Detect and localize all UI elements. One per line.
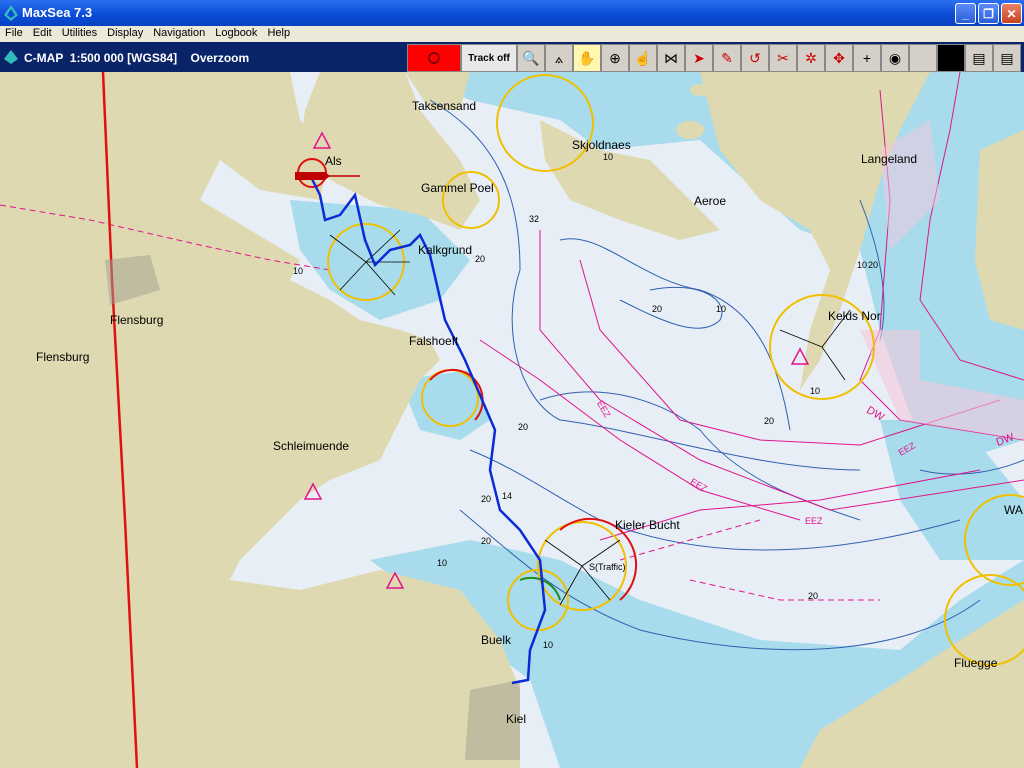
label-langeland: Langeland bbox=[861, 152, 918, 166]
record-button[interactable] bbox=[407, 44, 461, 72]
crosshair-icon[interactable]: ⊕ bbox=[601, 44, 629, 72]
zoom-icon[interactable]: 🔍 bbox=[517, 44, 545, 72]
label-als: Als bbox=[325, 154, 342, 168]
label-falshoeft: Falshoeft bbox=[409, 334, 459, 348]
window-title: MaxSea 7.3 bbox=[22, 5, 93, 20]
panel-toggle-icon-2[interactable]: ▤ bbox=[993, 44, 1021, 72]
label-kiel: Kiel bbox=[506, 712, 527, 726]
menu-navigation[interactable]: Navigation bbox=[148, 26, 210, 41]
depth-label: 20 bbox=[481, 494, 492, 504]
maxsea-app-icon bbox=[4, 5, 18, 26]
arrow-cursor-icon[interactable]: ➤ bbox=[685, 44, 713, 72]
menu-bar: File Edit Utilities Display Navigation Logboo… bbox=[0, 26, 1024, 42]
pointer-hand-icon[interactable]: ☝ bbox=[629, 44, 657, 72]
label-kelds-nor: Kelds Nor bbox=[828, 309, 881, 323]
depth-label: 14 bbox=[502, 491, 513, 501]
depth-label: 10 bbox=[810, 386, 821, 396]
label-kieler-bucht: Kieler Bucht bbox=[615, 518, 680, 532]
depth-label: 20 bbox=[808, 591, 819, 601]
label-skjoldnaes: Skjoldnaes bbox=[572, 138, 631, 152]
label-buelk: Buelk bbox=[481, 633, 512, 647]
close-button[interactable]: ✕ bbox=[1001, 3, 1022, 24]
restore-button[interactable]: ❐ bbox=[978, 3, 999, 24]
menu-utilities[interactable]: Utilities bbox=[57, 26, 102, 41]
menu-help[interactable]: Help bbox=[262, 26, 295, 41]
depth-label: 20 bbox=[518, 422, 529, 432]
depth-label: 10 bbox=[543, 640, 554, 650]
track-off-button[interactable]: Track off bbox=[461, 44, 517, 72]
chart-scale-title: C-MAP 1:500 000 [WGS84] Overzoom bbox=[24, 51, 250, 65]
label-flensburg-2: Flensburg bbox=[36, 350, 90, 364]
depth-label: 10 bbox=[603, 152, 614, 162]
zone-label: EEZ bbox=[805, 516, 823, 526]
depth-label: 10 bbox=[437, 558, 448, 568]
undo-icon[interactable]: ↺ bbox=[741, 44, 769, 72]
label-flensburg-1: Flensburg bbox=[110, 313, 164, 327]
depth-label: 20 bbox=[868, 260, 879, 270]
label-fluegge: Fluegge bbox=[954, 656, 998, 670]
depth-label: 10 bbox=[716, 304, 727, 314]
label-taksensand: Taksensand bbox=[412, 99, 477, 113]
label-schleimuende: Schleimuende bbox=[273, 439, 350, 453]
label-kalkgrund: Kalkgrund bbox=[418, 243, 473, 257]
cmap-icon bbox=[4, 50, 18, 69]
compass-icon[interactable]: ⟑ bbox=[545, 44, 573, 72]
menu-logbook[interactable]: Logbook bbox=[210, 26, 262, 41]
window-titlebar: MaxSea 7.3 _ ❐ ✕ bbox=[0, 0, 1024, 26]
hand-pan-icon[interactable]: ✋ bbox=[573, 44, 601, 72]
nautical-chart[interactable]: Taksensand Als Gammel Poel Kalkgrund Skj… bbox=[0, 72, 1024, 768]
depth-label: 20 bbox=[475, 254, 486, 264]
menu-display[interactable]: Display bbox=[102, 26, 148, 41]
pencil-icon[interactable]: ✎ bbox=[713, 44, 741, 72]
menu-file[interactable]: File bbox=[0, 26, 28, 41]
scissors-icon[interactable]: ✂ bbox=[769, 44, 797, 72]
route-icon[interactable]: ⋈ bbox=[657, 44, 685, 72]
depth-label: 10 bbox=[293, 266, 304, 276]
menu-edit[interactable]: Edit bbox=[28, 26, 57, 41]
move-icon[interactable]: ✥ bbox=[825, 44, 853, 72]
target-icon[interactable]: ◉ bbox=[881, 44, 909, 72]
depth-label: 20 bbox=[652, 304, 663, 314]
label-gammel-poel: Gammel Poel bbox=[421, 181, 494, 195]
scatter-icon[interactable]: ✲ bbox=[797, 44, 825, 72]
label-aeroe: Aeroe bbox=[694, 194, 727, 208]
depth-label: 32 bbox=[529, 214, 540, 224]
plus-icon[interactable]: + bbox=[853, 44, 881, 72]
panel-toggle-icon[interactable]: ▤ bbox=[965, 44, 993, 72]
label-traffic: S(Traffic) bbox=[589, 562, 626, 572]
chart-toolbar: Track off 🔍 ⟑ ✋ ⊕ ☝ ⋈ ➤ ✎ ↺ ✂ ✲ ✥ + ◉ ▤ … bbox=[407, 44, 1021, 72]
depth-label: 10 bbox=[857, 260, 868, 270]
label-wa: WA bbox=[1004, 503, 1023, 517]
depth-label: 20 bbox=[764, 416, 775, 426]
depth-label: 20 bbox=[481, 536, 492, 546]
blank-tool[interactable] bbox=[909, 44, 937, 72]
dark-tool[interactable] bbox=[937, 44, 965, 72]
minimize-button[interactable]: _ bbox=[955, 3, 976, 24]
